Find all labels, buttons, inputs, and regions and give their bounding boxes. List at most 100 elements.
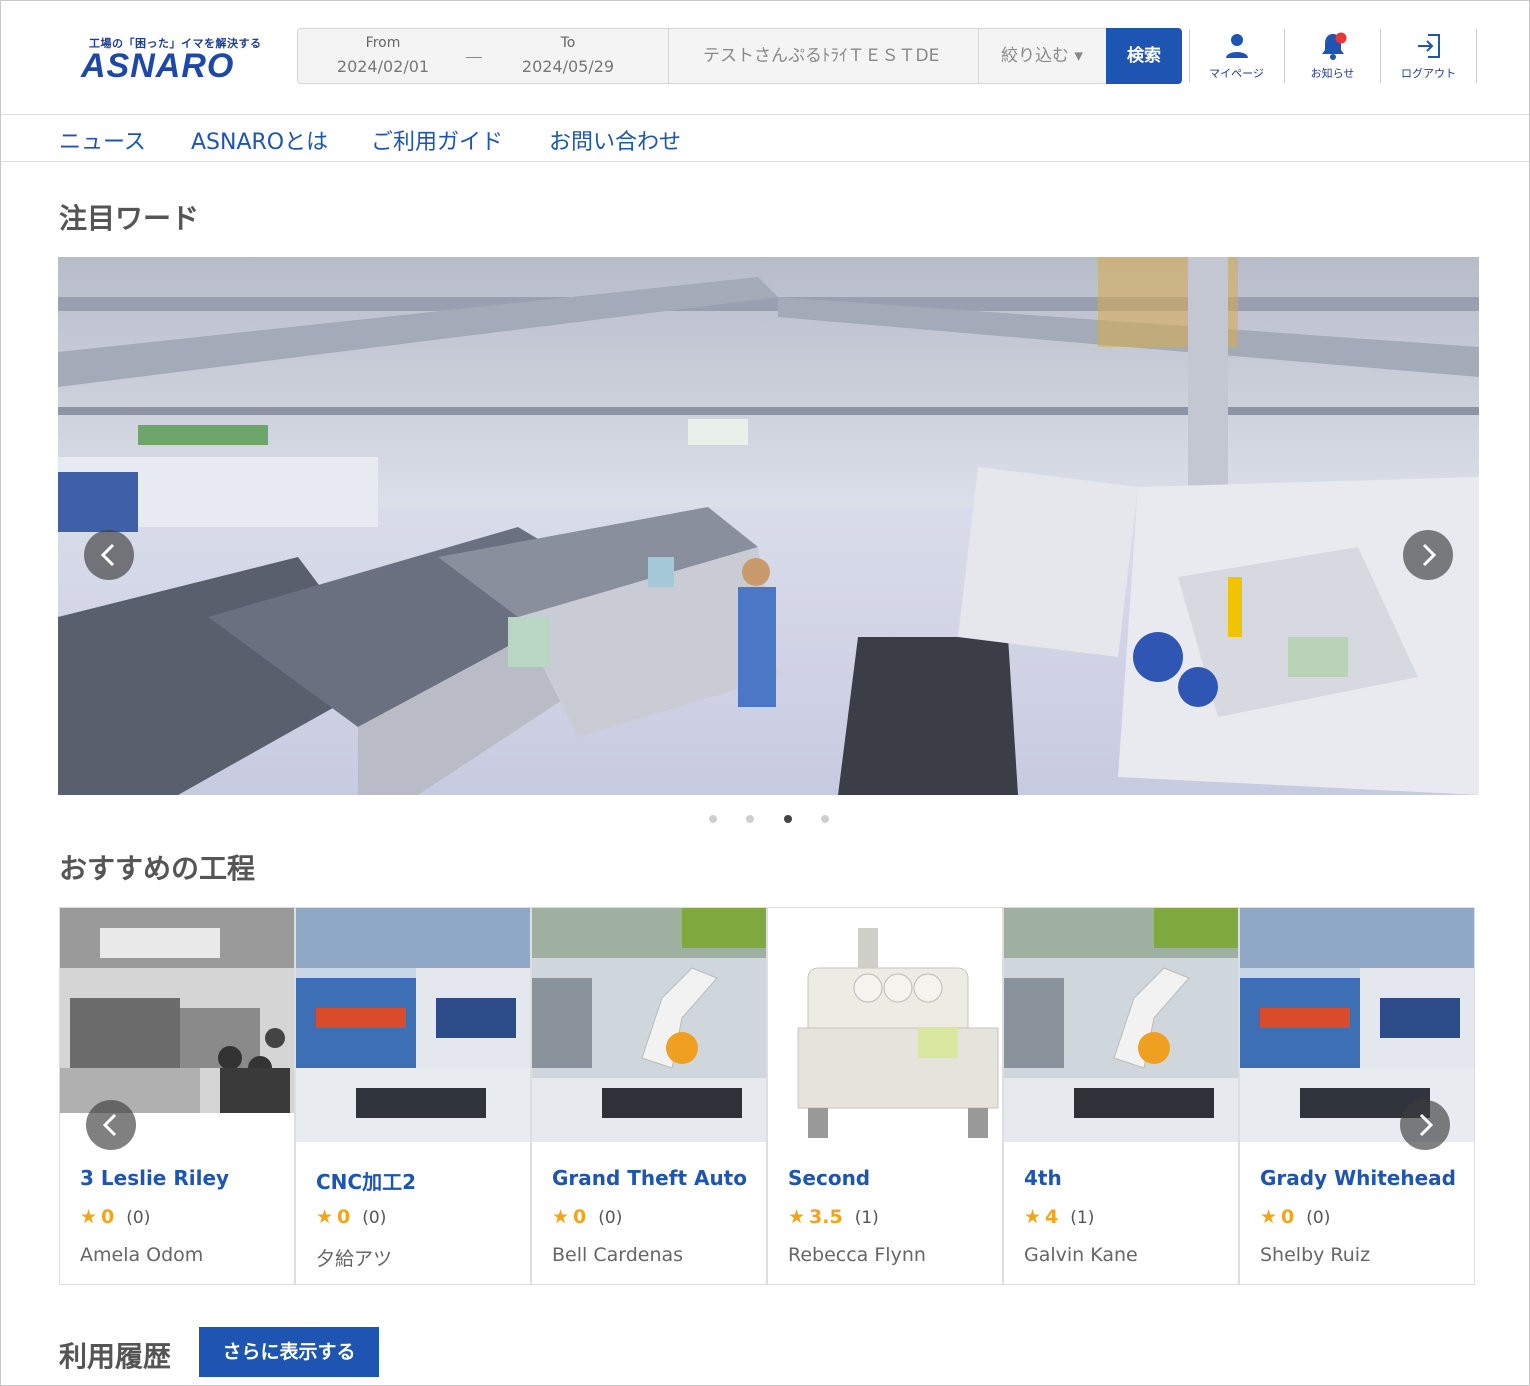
card-title[interactable]: 4th: [1024, 1166, 1062, 1190]
site-header: 工場の「困った」イマを解決する ASNARO From 2024/02/01 T…: [1, 1, 1529, 115]
factory-floor-image: [58, 257, 1479, 795]
logo-wordmark: ASNARO: [81, 47, 235, 85]
card-review-count: (1): [1070, 1208, 1095, 1228]
card-review-count: (0): [1306, 1208, 1331, 1228]
carousel-next-button[interactable]: [1403, 530, 1453, 580]
card-rating: ★ 3.5 (1): [788, 1206, 879, 1228]
date-from-field[interactable]: From 2024/02/01: [318, 35, 448, 76]
search-button[interactable]: 検索: [1106, 28, 1182, 84]
mypage-button[interactable]: マイページ: [1189, 29, 1285, 83]
nav-about[interactable]: ASNAROとは: [191, 124, 328, 156]
card-author: Amela Odom: [80, 1244, 204, 1266]
page-frame: 工場の「困った」イマを解決する ASNARO From 2024/02/01 T…: [0, 0, 1530, 1386]
card-rating: ★ 0 (0): [80, 1206, 150, 1228]
carousel-dot-active[interactable]: [784, 815, 792, 823]
carousel-prev-button[interactable]: [84, 530, 134, 580]
logout-icon: [1414, 31, 1444, 61]
card-author: 夕給アツ: [316, 1248, 393, 1270]
card-title[interactable]: Grady Whitehead: [1260, 1166, 1456, 1190]
nav-news[interactable]: ニュース: [59, 124, 146, 156]
notifications-button[interactable]: お知らせ: [1285, 29, 1381, 83]
robot-arm-photo: [532, 908, 766, 1142]
card-rating: ★ 0 (0): [1260, 1206, 1330, 1228]
card-review-count: (1): [854, 1208, 879, 1228]
date-to-label: To: [560, 35, 576, 51]
recommended-card-list: 3 Leslie Riley ★ 0 (0) Amela Odom CNC加工2…: [59, 907, 1478, 1285]
notifications-label: お知らせ: [1310, 67, 1355, 80]
card-author: Galvin Kane: [1024, 1244, 1138, 1266]
process-card[interactable]: Grand Theft Auto ★ 0 (0) Bell Cardenas: [531, 907, 767, 1285]
history-heading: 利用履歴: [59, 1340, 172, 1373]
logout-label: ログアウト: [1401, 67, 1456, 80]
show-more-button[interactable]: さらに表示する: [199, 1327, 379, 1377]
card-score: 3.5: [809, 1206, 843, 1228]
robot-arm-photo: [1004, 908, 1238, 1142]
nav-guide[interactable]: ご利用ガイド: [371, 124, 503, 156]
card-thumbnail: [532, 908, 766, 1142]
card-title[interactable]: CNC加工2: [316, 1166, 416, 1195]
star-icon: ★: [552, 1206, 570, 1228]
card-review-count: (0): [126, 1208, 151, 1228]
bell-icon: [1318, 31, 1348, 61]
process-card[interactable]: 3 Leslie Riley ★ 0 (0) Amela Odom: [59, 907, 295, 1285]
card-author: Shelby Ruiz: [1260, 1244, 1371, 1266]
date-from-label: From: [365, 35, 401, 51]
card-thumbnail: [1004, 908, 1238, 1142]
logout-button[interactable]: ログアウト: [1381, 29, 1477, 83]
chevron-right-icon: [1419, 1113, 1434, 1137]
user-icon: [1222, 31, 1252, 61]
card-review-count: (0): [598, 1208, 623, 1228]
cnc-line-photo: [296, 908, 530, 1142]
recommended-heading: おすすめの工程: [59, 852, 256, 885]
card-author: Bell Cardenas: [552, 1244, 684, 1266]
mypage-label: マイページ: [1209, 67, 1264, 80]
process-card[interactable]: 4th ★ 4 (1) Galvin Kane: [1003, 907, 1239, 1285]
card-rating: ★ 4 (1): [1024, 1206, 1094, 1228]
nav-contact[interactable]: お問い合わせ: [549, 124, 681, 156]
process-card[interactable]: CNC加工2 ★ 0 (0) 夕給アツ: [295, 907, 531, 1285]
star-icon: ★: [1260, 1206, 1278, 1228]
divider: [668, 29, 669, 83]
card-thumbnail: [768, 908, 1002, 1142]
star-icon: ★: [1024, 1206, 1042, 1228]
card-rating: ★ 0 (0): [316, 1206, 386, 1228]
card-title[interactable]: Second: [788, 1166, 870, 1190]
date-range-dash: [466, 57, 482, 58]
carousel-pagination: [701, 813, 841, 825]
card-title[interactable]: Grand Theft Auto: [552, 1166, 747, 1190]
card-score: 0: [101, 1206, 115, 1228]
featured-carousel-image[interactable]: [58, 257, 1479, 795]
carousel-dot[interactable]: [821, 815, 829, 823]
card-score: 0: [337, 1206, 351, 1228]
cards-next-button[interactable]: [1400, 1100, 1450, 1150]
asnaro-logo[interactable]: 工場の「困った」イマを解決する ASNARO: [79, 35, 269, 85]
carousel-dot[interactable]: [746, 815, 754, 823]
date-to-value: 2024/05/29: [521, 57, 615, 76]
card-score: 4: [1045, 1206, 1059, 1228]
search-bar: From 2024/02/01 To 2024/05/29 テストさんぷるﾄﾗｲ…: [297, 28, 1182, 84]
star-icon: ★: [788, 1206, 806, 1228]
carousel-dot[interactable]: [709, 815, 717, 823]
sewing-machine-photo: [768, 908, 1002, 1142]
main-nav: ニュース ASNAROとは ご利用ガイド お問い合わせ: [1, 116, 1529, 162]
card-score: 0: [573, 1206, 587, 1228]
card-thumbnail: [296, 908, 530, 1142]
date-to-field[interactable]: To 2024/05/29: [503, 35, 633, 76]
card-author: Rebecca Flynn: [788, 1244, 926, 1266]
filter-dropdown[interactable]: 絞り込む ▾: [978, 29, 1106, 83]
card-score: 0: [1281, 1206, 1295, 1228]
chevron-left-icon: [102, 1113, 117, 1137]
date-from-value: 2024/02/01: [336, 57, 430, 76]
star-icon: ★: [80, 1206, 98, 1228]
cards-prev-button[interactable]: [86, 1100, 136, 1150]
featured-heading: 注目ワード: [59, 202, 200, 235]
process-card[interactable]: Second ★ 3.5 (1) Rebecca Flynn: [767, 907, 1003, 1285]
keyword-input[interactable]: テストさんぷるﾄﾗｲＴＥＳＴDE: [678, 29, 978, 83]
chevron-right-icon: [1422, 543, 1437, 567]
chevron-left-icon: [100, 543, 115, 567]
process-card[interactable]: Grady Whitehead ★ 0 (0) Shelby Ruiz: [1239, 907, 1475, 1285]
card-rating: ★ 0 (0): [552, 1206, 622, 1228]
card-title[interactable]: 3 Leslie Riley: [80, 1166, 229, 1190]
card-review-count: (0): [362, 1208, 387, 1228]
star-icon: ★: [316, 1206, 334, 1228]
